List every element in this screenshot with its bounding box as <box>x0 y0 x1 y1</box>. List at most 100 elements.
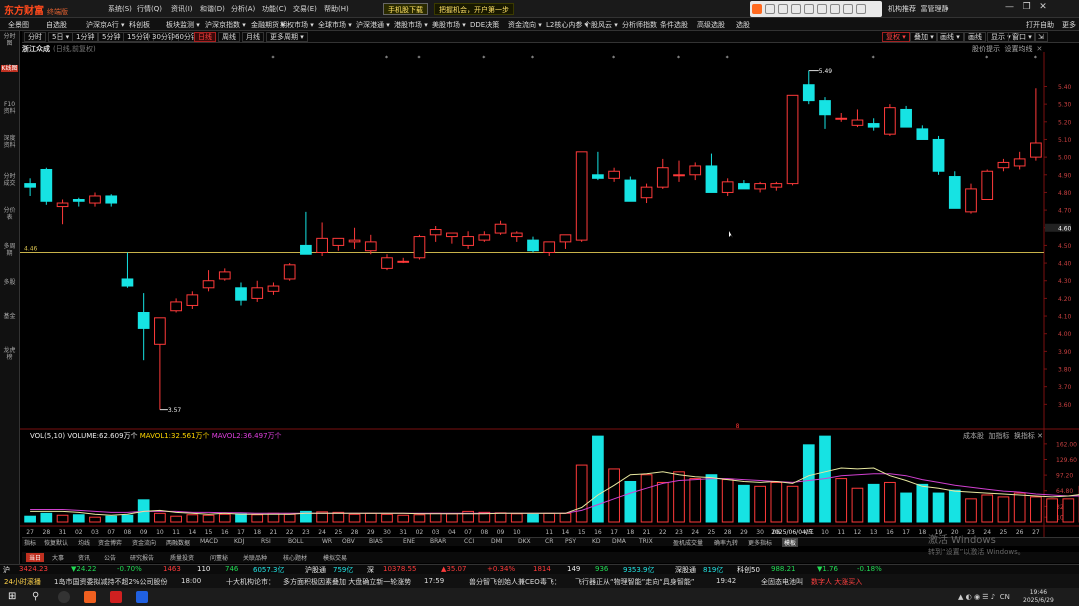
candle[interactable] <box>267 282 280 295</box>
indicator-tab[interactable]: 模板 <box>782 538 799 547</box>
info-tab[interactable]: 核心题材 <box>283 553 307 562</box>
volume-bar[interactable] <box>965 498 977 523</box>
menu-item[interactable]: 系统(S) <box>108 4 132 14</box>
volume-bar[interactable] <box>121 514 134 523</box>
volume-bar[interactable] <box>851 487 864 523</box>
candle[interactable] <box>202 270 215 292</box>
phone-download-button[interactable]: 手机股下载 <box>383 3 428 15</box>
indicator-tab[interactable]: 两融数据 <box>166 538 190 547</box>
volume-bar[interactable] <box>89 516 101 523</box>
candle[interactable] <box>137 293 150 361</box>
candle[interactable] <box>413 234 426 260</box>
candle[interactable] <box>819 97 831 129</box>
volume-bar[interactable] <box>689 478 702 523</box>
wps-app-icon[interactable] <box>110 591 122 603</box>
candle[interactable] <box>916 125 929 140</box>
candle[interactable] <box>24 178 36 196</box>
ext-icon[interactable] <box>843 4 853 14</box>
nav-item[interactable]: 全景图 <box>8 20 29 30</box>
chart-tool-button[interactable]: 画线 <box>964 32 986 42</box>
volume-bar[interactable] <box>105 515 118 523</box>
candle[interactable] <box>235 282 247 306</box>
indicator-tab[interactable]: DMA <box>612 538 626 545</box>
info-tab[interactable]: 质量投资 <box>170 553 194 562</box>
volume-bar[interactable] <box>592 435 604 523</box>
volume-bar[interactable] <box>786 485 799 523</box>
sidebar-item[interactable]: 多周期 <box>1 243 18 257</box>
open-account-button[interactable]: 把握机会，开户第一步 <box>434 3 514 15</box>
candle[interactable] <box>835 112 848 122</box>
windows-start-icon[interactable]: ⊞ <box>8 591 16 602</box>
nav-item[interactable]: 选股 <box>736 20 750 30</box>
indicator-tab[interactable]: 确率九转 <box>714 538 738 547</box>
indicator-tab[interactable]: 恢复默认 <box>44 538 68 547</box>
info-tab[interactable]: 研究报告 <box>130 553 154 562</box>
volume-bar[interactable] <box>575 464 588 523</box>
chart-tool-button[interactable]: 复权 ▾ <box>882 32 910 42</box>
volume-bar[interactable] <box>494 512 507 523</box>
sidebar-item[interactable]: 多股 <box>1 279 18 286</box>
volume-bar[interactable] <box>867 483 880 523</box>
candle[interactable] <box>154 317 166 410</box>
volume-bar[interactable] <box>624 480 637 523</box>
candle[interactable] <box>867 118 880 131</box>
indicator-tab[interactable]: CCI <box>464 538 474 545</box>
candle[interactable] <box>900 105 912 128</box>
indicator-tab[interactable]: 盈机成交量 <box>673 538 703 547</box>
cost-stock-button[interactable]: 成本股 <box>963 432 984 440</box>
nav-item[interactable]: 港股市场 ▾ <box>394 20 428 30</box>
volume-bar[interactable] <box>1046 498 1058 523</box>
candle[interactable] <box>673 160 685 182</box>
period-tab[interactable]: 月线 <box>242 32 264 42</box>
search-icon[interactable]: ⚲ <box>32 591 39 602</box>
chart-tool-button[interactable]: 画线 ▾ <box>936 32 964 42</box>
indicator-tab[interactable]: CR <box>545 538 553 545</box>
event-marker-icon[interactable]: * <box>482 55 485 62</box>
menu-item[interactable]: 资讯(I) <box>171 4 193 14</box>
candle[interactable] <box>105 194 118 207</box>
candle[interactable] <box>186 291 199 309</box>
candle[interactable] <box>494 220 507 235</box>
candle[interactable] <box>283 263 296 281</box>
volume-bar[interactable] <box>1013 492 1026 523</box>
indicator-tab[interactable]: 更多指标 <box>748 538 772 547</box>
nav-item[interactable]: 分析师指数 <box>622 20 657 30</box>
chart-tool-button[interactable]: 叠加 ▾ <box>910 32 938 42</box>
nav-item[interactable]: 条件选股 <box>660 20 688 30</box>
sidebar-item[interactable]: 分时成交 <box>1 173 18 187</box>
candle[interactable] <box>381 254 393 271</box>
taskbar-clock[interactable]: 19:46 2025/6/29 <box>1023 589 1054 605</box>
volume-bar[interactable] <box>397 514 410 523</box>
event-marker-icon[interactable]: * <box>385 55 388 62</box>
volume-bar[interactable] <box>1062 498 1075 523</box>
candle[interactable] <box>1030 88 1042 161</box>
nav-item[interactable]: 沪深京指数 ▾ <box>205 20 246 30</box>
indicator-tab[interactable]: OBV <box>342 538 355 545</box>
nav-self-help[interactable]: 打开自助 <box>1026 20 1054 30</box>
nav-item[interactable]: 科创板 <box>129 20 150 30</box>
candle[interactable] <box>948 171 961 209</box>
candle[interactable] <box>965 183 977 214</box>
candle[interactable] <box>462 231 474 249</box>
period-tab[interactable]: 5分钟 <box>98 32 125 42</box>
ext-icon[interactable] <box>778 4 788 14</box>
indicator-tab[interactable]: KDJ <box>234 538 244 545</box>
browser-app-icon[interactable] <box>136 591 148 603</box>
nav-item[interactable]: 美股市场 ▾ <box>432 20 466 30</box>
info-tab[interactable]: 当日 <box>26 553 45 562</box>
task-view-icon[interactable] <box>58 591 70 603</box>
volume-bar[interactable] <box>218 513 231 523</box>
candle[interactable] <box>575 151 588 242</box>
candle[interactable] <box>316 222 328 257</box>
candle[interactable] <box>251 280 264 302</box>
volume-bar[interactable] <box>932 492 945 523</box>
indicator-tab[interactable]: 资金博弈 <box>98 538 122 547</box>
indicator-tab[interactable]: RSI <box>261 538 271 545</box>
volume-bar[interactable] <box>802 444 815 523</box>
news-item[interactable]: 兽分智飞创始人兼CEO毒飞： <box>469 577 561 587</box>
menu-item[interactable]: 帮助(H) <box>324 4 349 14</box>
indicator-tab[interactable]: 均线 <box>78 538 90 547</box>
volume-bar[interactable] <box>721 479 734 523</box>
candle[interactable] <box>89 192 101 207</box>
indicator-tab[interactable]: KD <box>592 538 601 545</box>
